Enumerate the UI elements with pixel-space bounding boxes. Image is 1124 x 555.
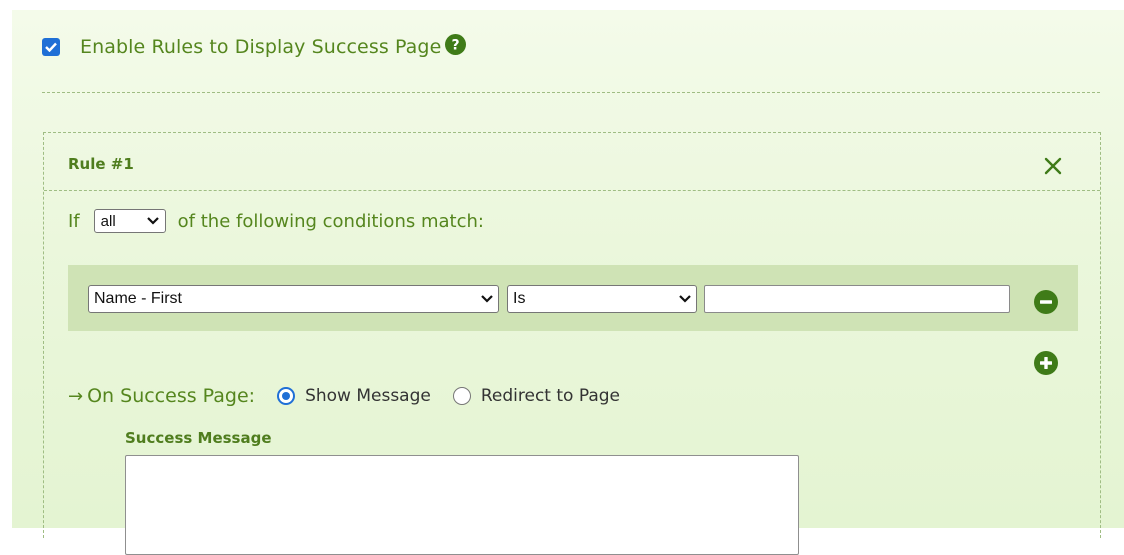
- redirect-option[interactable]: Redirect to Page: [452, 386, 620, 406]
- rule-card: Rule #1 If all of the following conditio…: [43, 132, 1101, 555]
- rule-title: Rule #1: [68, 155, 134, 173]
- success-message-label: Success Message: [125, 429, 272, 447]
- match-mode-select[interactable]: all: [93, 209, 166, 233]
- show-message-option[interactable]: Show Message: [277, 386, 431, 406]
- success-message-textarea[interactable]: [125, 455, 799, 555]
- section-divider: [42, 92, 1100, 93]
- operator-select[interactable]: Is: [507, 285, 697, 313]
- enable-rules-label: Enable Rules to Display Success Page: [80, 36, 442, 58]
- on-success-label: On Success Page:: [87, 385, 256, 407]
- field-select-value: Name - First: [94, 290, 182, 307]
- chevron-down-icon: [146, 217, 159, 225]
- on-success-line: → On Success Page: Show Message Redirect…: [68, 383, 620, 409]
- condition-match-line: If all of the following conditions match…: [68, 207, 484, 235]
- redirect-label: Redirect to Page: [480, 386, 620, 406]
- checkmark-icon: [45, 42, 57, 52]
- field-select[interactable]: Name - First: [88, 285, 499, 313]
- redirect-radio[interactable]: [452, 387, 471, 405]
- chevron-down-icon: [481, 295, 493, 303]
- condition-prefix: If: [68, 210, 80, 232]
- minus-circle-icon[interactable]: [1034, 290, 1058, 314]
- close-icon[interactable]: [1042, 155, 1064, 177]
- chevron-down-icon: [679, 295, 691, 303]
- condition-value-input[interactable]: [704, 285, 1010, 313]
- success-rules-panel: Enable Rules to Display Success Page ? R…: [12, 10, 1124, 555]
- condition-row: Name - First Is: [68, 265, 1078, 331]
- svg-text:?: ?: [452, 37, 460, 53]
- condition-suffix: of the following conditions match:: [177, 210, 484, 232]
- show-message-radio[interactable]: [277, 387, 296, 405]
- enable-rules-checkbox[interactable]: [42, 38, 60, 56]
- question-circle-icon[interactable]: ?: [445, 33, 467, 55]
- show-message-label: Show Message: [305, 386, 431, 406]
- rule-header: Rule #1: [44, 133, 1100, 191]
- arrow-right-icon: →: [68, 385, 84, 407]
- plus-circle-icon[interactable]: [1034, 351, 1058, 375]
- enable-rules-row: Enable Rules to Display Success Page ?: [42, 33, 467, 60]
- match-mode-value: all: [100, 212, 116, 230]
- operator-select-value: Is: [513, 290, 526, 307]
